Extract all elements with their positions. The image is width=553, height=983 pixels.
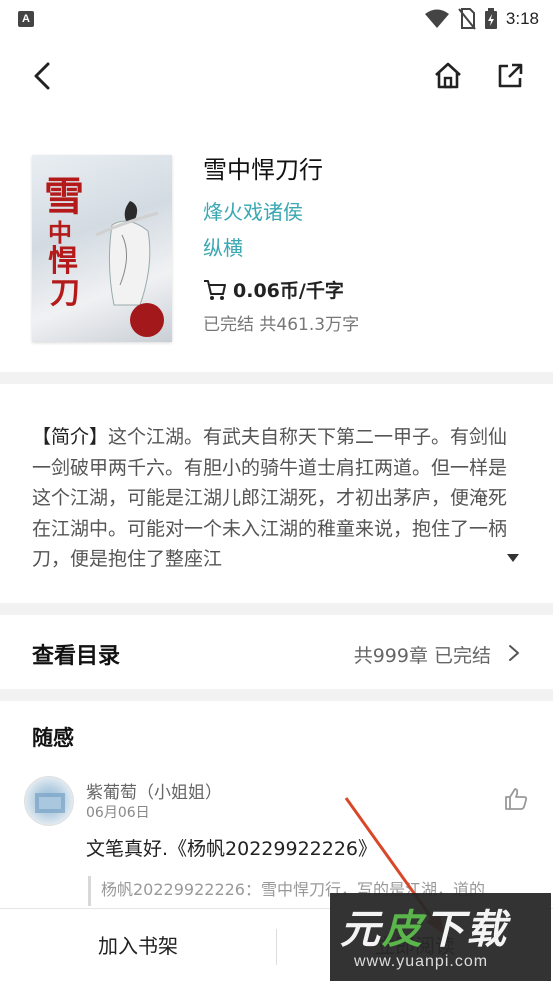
chevron-right-icon (509, 645, 519, 661)
cover-title-char: 刀 (50, 276, 80, 311)
cover-title-char: 悍 (48, 244, 78, 279)
status-bar: A 3:18 (0, 0, 553, 38)
table-of-contents-row[interactable]: 查看目录 共999章 已完结 (0, 616, 553, 688)
back-arrow-icon[interactable] (28, 60, 56, 92)
no-sim-icon (458, 8, 476, 30)
battery-charging-icon (484, 8, 497, 29)
watermark-char: 下载 (424, 907, 508, 953)
synopsis-fade (380, 545, 510, 575)
share-icon[interactable] (494, 60, 526, 92)
section-divider (0, 603, 553, 615)
home-icon[interactable] (432, 60, 464, 92)
toc-chapter-info: 共999章 已完结 (353, 645, 491, 667)
cover-seal (130, 303, 164, 337)
app-notification-icon: A (18, 11, 34, 27)
comment-date: 06月06日 (86, 805, 150, 821)
status-icons: 3:18 (424, 8, 539, 30)
comment-username[interactable]: 紫葡萄（小姐姐） (86, 778, 222, 803)
book-author-link[interactable]: 烽火戏诸侯 (203, 196, 303, 225)
thumbs-up-icon[interactable] (503, 786, 529, 812)
book-price: 0.06币/千字 (233, 280, 344, 302)
section-divider (0, 372, 553, 384)
add-to-shelf-button[interactable]: 加入书架 (0, 909, 276, 983)
cover-title-char: 雪 (44, 173, 84, 220)
book-info-section: 雪 中 悍 刀 雪中悍刀行 烽火戏诸侯 纵横 0.06币/千字 已完结 共461… (0, 150, 553, 350)
top-nav-bar (0, 48, 553, 104)
book-cover[interactable]: 雪 中 悍 刀 (32, 155, 172, 342)
comment-text: 文笔真好.《杨帆20229922226》 (86, 838, 378, 860)
section-divider (0, 689, 553, 701)
watermark-url: www.yuanpi.com (354, 953, 489, 970)
book-category-link[interactable]: 纵横 (203, 232, 243, 261)
watermark-char-green: 皮 (382, 907, 424, 953)
wifi-icon (424, 9, 449, 28)
price-row: 0.06币/千字 (203, 276, 344, 303)
cover-figure-illustration (95, 201, 159, 306)
site-watermark-logo: 元皮下载 www.yuanpi.com (330, 893, 551, 981)
status-time: 3:18 (505, 9, 539, 28)
expand-down-icon[interactable] (506, 553, 520, 563)
cart-icon (204, 279, 226, 300)
book-status-wordcount: 已完结 共461.3万字 (203, 315, 360, 335)
watermark-char: 元 (340, 907, 382, 953)
watermark-title: 元皮下载 (340, 897, 508, 955)
avatar[interactable] (24, 776, 74, 826)
comment-item: 紫葡萄（小姐姐） 06月06日 文笔真好.《杨帆20229922226》 杨帆2… (0, 770, 553, 910)
synopsis-tag: 【简介】 (32, 426, 109, 448)
avatar-image (35, 793, 65, 813)
cover-title-char: 中 (48, 218, 72, 247)
toc-label: 查看目录 (32, 644, 121, 669)
book-title: 雪中悍刀行 (203, 156, 323, 184)
notes-heading: 随感 (32, 726, 74, 750)
